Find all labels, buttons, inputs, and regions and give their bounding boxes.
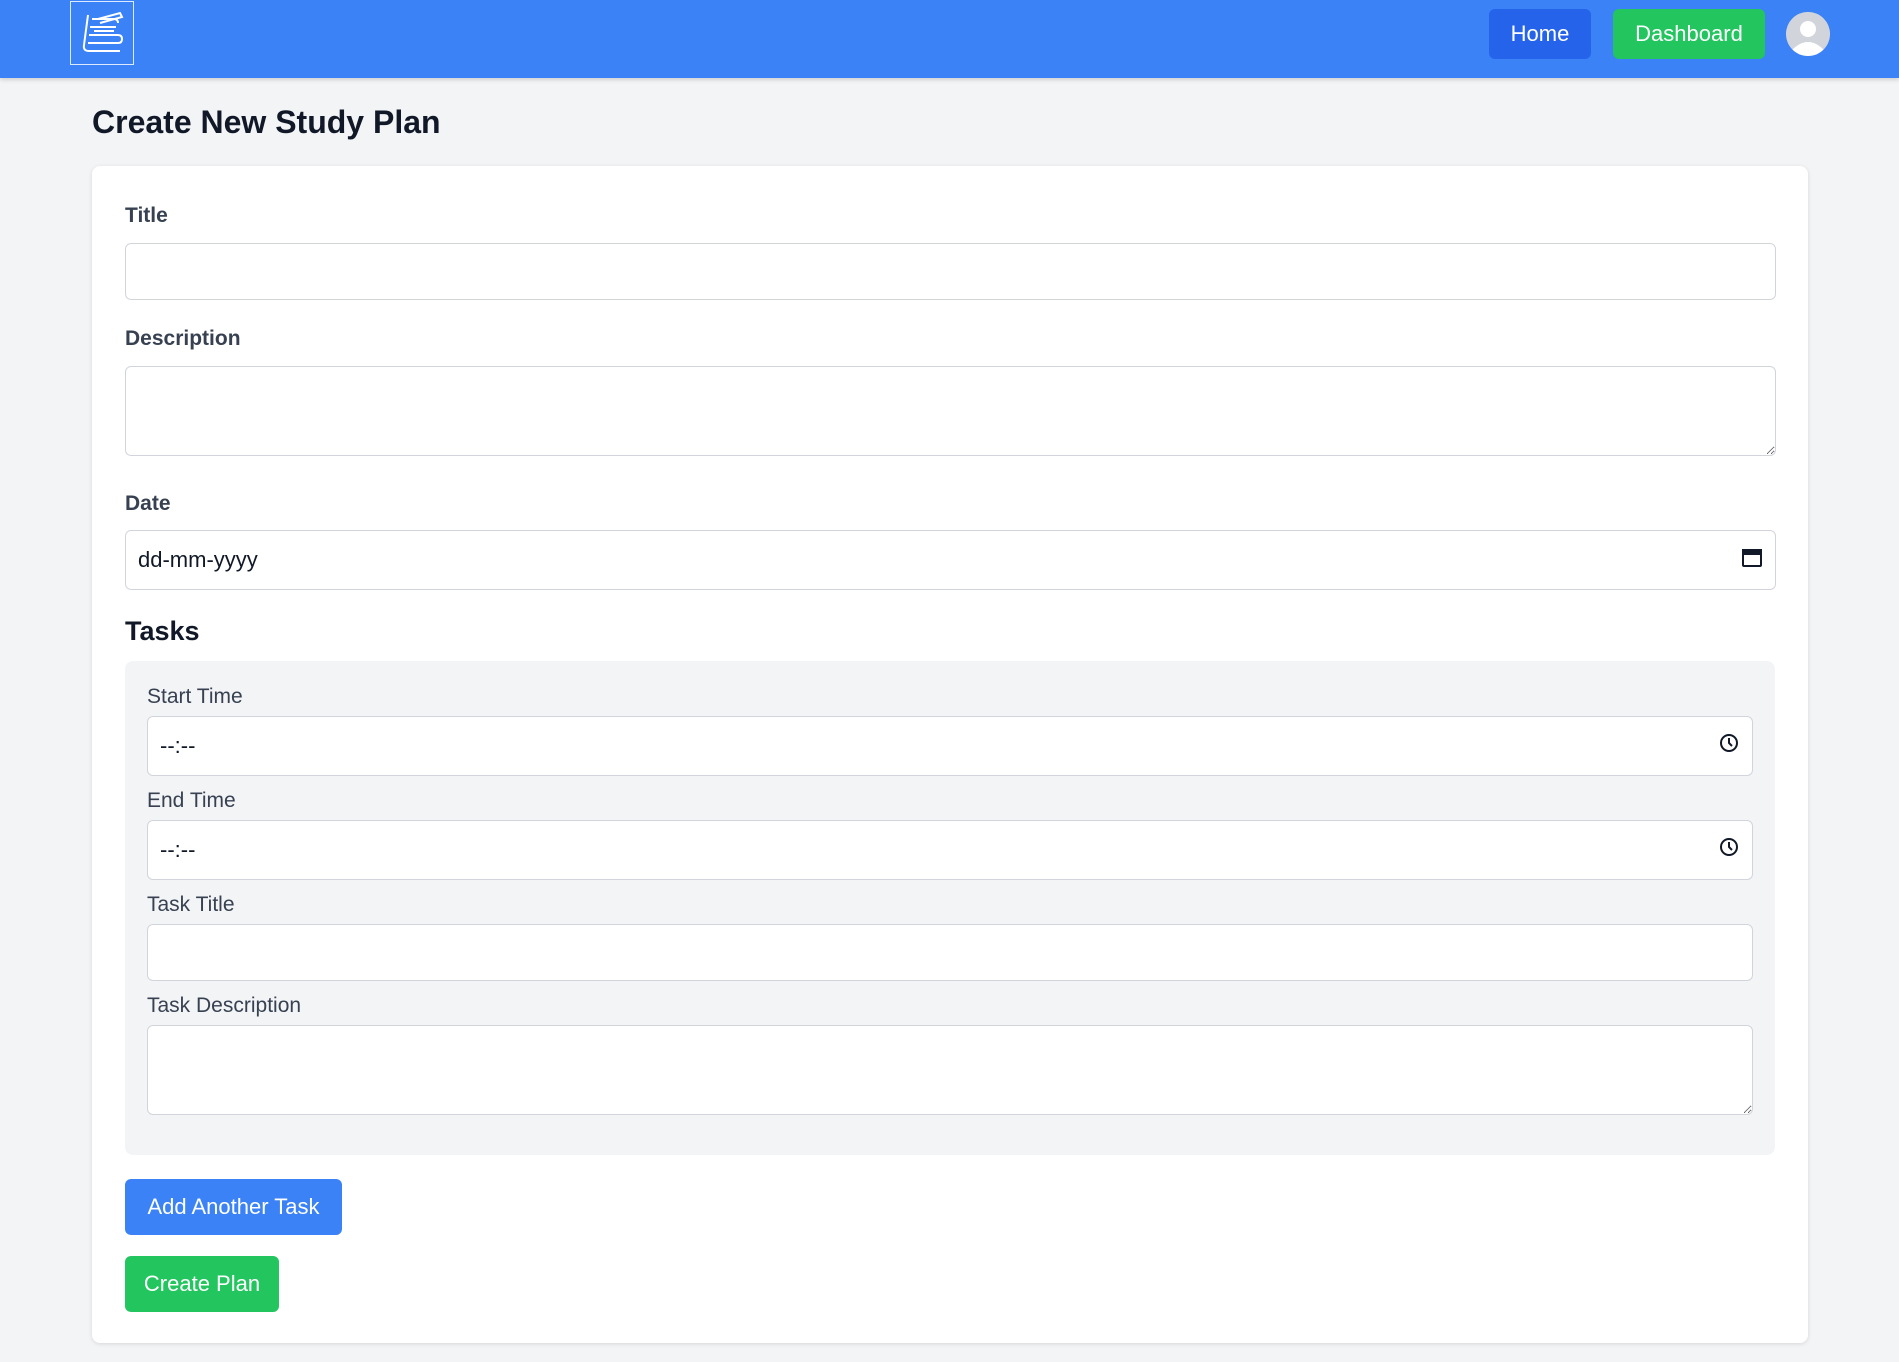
calendar-icon[interactable]	[1741, 546, 1763, 574]
end-time-label: End Time	[147, 789, 236, 812]
end-time-input[interactable]: --:--	[147, 820, 1753, 880]
user-avatar-icon[interactable]	[1786, 12, 1830, 56]
date-input[interactable]: dd-mm-yyyy	[125, 530, 1776, 590]
top-navbar: Home Dashboard	[0, 0, 1899, 78]
description-label: Description	[125, 327, 241, 350]
home-button[interactable]: Home	[1489, 9, 1591, 59]
title-label: Title	[125, 204, 168, 227]
date-placeholder: dd-mm-yyyy	[138, 547, 258, 572]
title-input[interactable]	[125, 243, 1776, 300]
books-logo-icon[interactable]	[70, 1, 134, 65]
task-entry: Start Time --:-- End Time --:-- Task Tit…	[125, 661, 1775, 1155]
description-input[interactable]	[125, 366, 1776, 456]
start-time-label: Start Time	[147, 685, 243, 708]
task-title-input[interactable]	[147, 924, 1753, 981]
dashboard-button[interactable]: Dashboard	[1613, 9, 1765, 59]
study-plan-form: Title Description Date dd-mm-yyyy Tasks …	[92, 166, 1808, 1343]
tasks-heading: Tasks	[125, 616, 200, 646]
start-time-placeholder: --:--	[160, 733, 196, 758]
task-title-label: Task Title	[147, 893, 235, 916]
task-description-input[interactable]	[147, 1025, 1753, 1115]
page-title: Create New Study Plan	[92, 104, 441, 140]
create-plan-button[interactable]: Create Plan	[125, 1256, 279, 1312]
add-another-task-button[interactable]: Add Another Task	[125, 1179, 342, 1235]
clock-icon[interactable]	[1718, 836, 1740, 864]
date-label: Date	[125, 492, 171, 515]
end-time-placeholder: --:--	[160, 837, 196, 862]
start-time-input[interactable]: --:--	[147, 716, 1753, 776]
clock-icon[interactable]	[1718, 732, 1740, 760]
task-description-label: Task Description	[147, 994, 302, 1017]
